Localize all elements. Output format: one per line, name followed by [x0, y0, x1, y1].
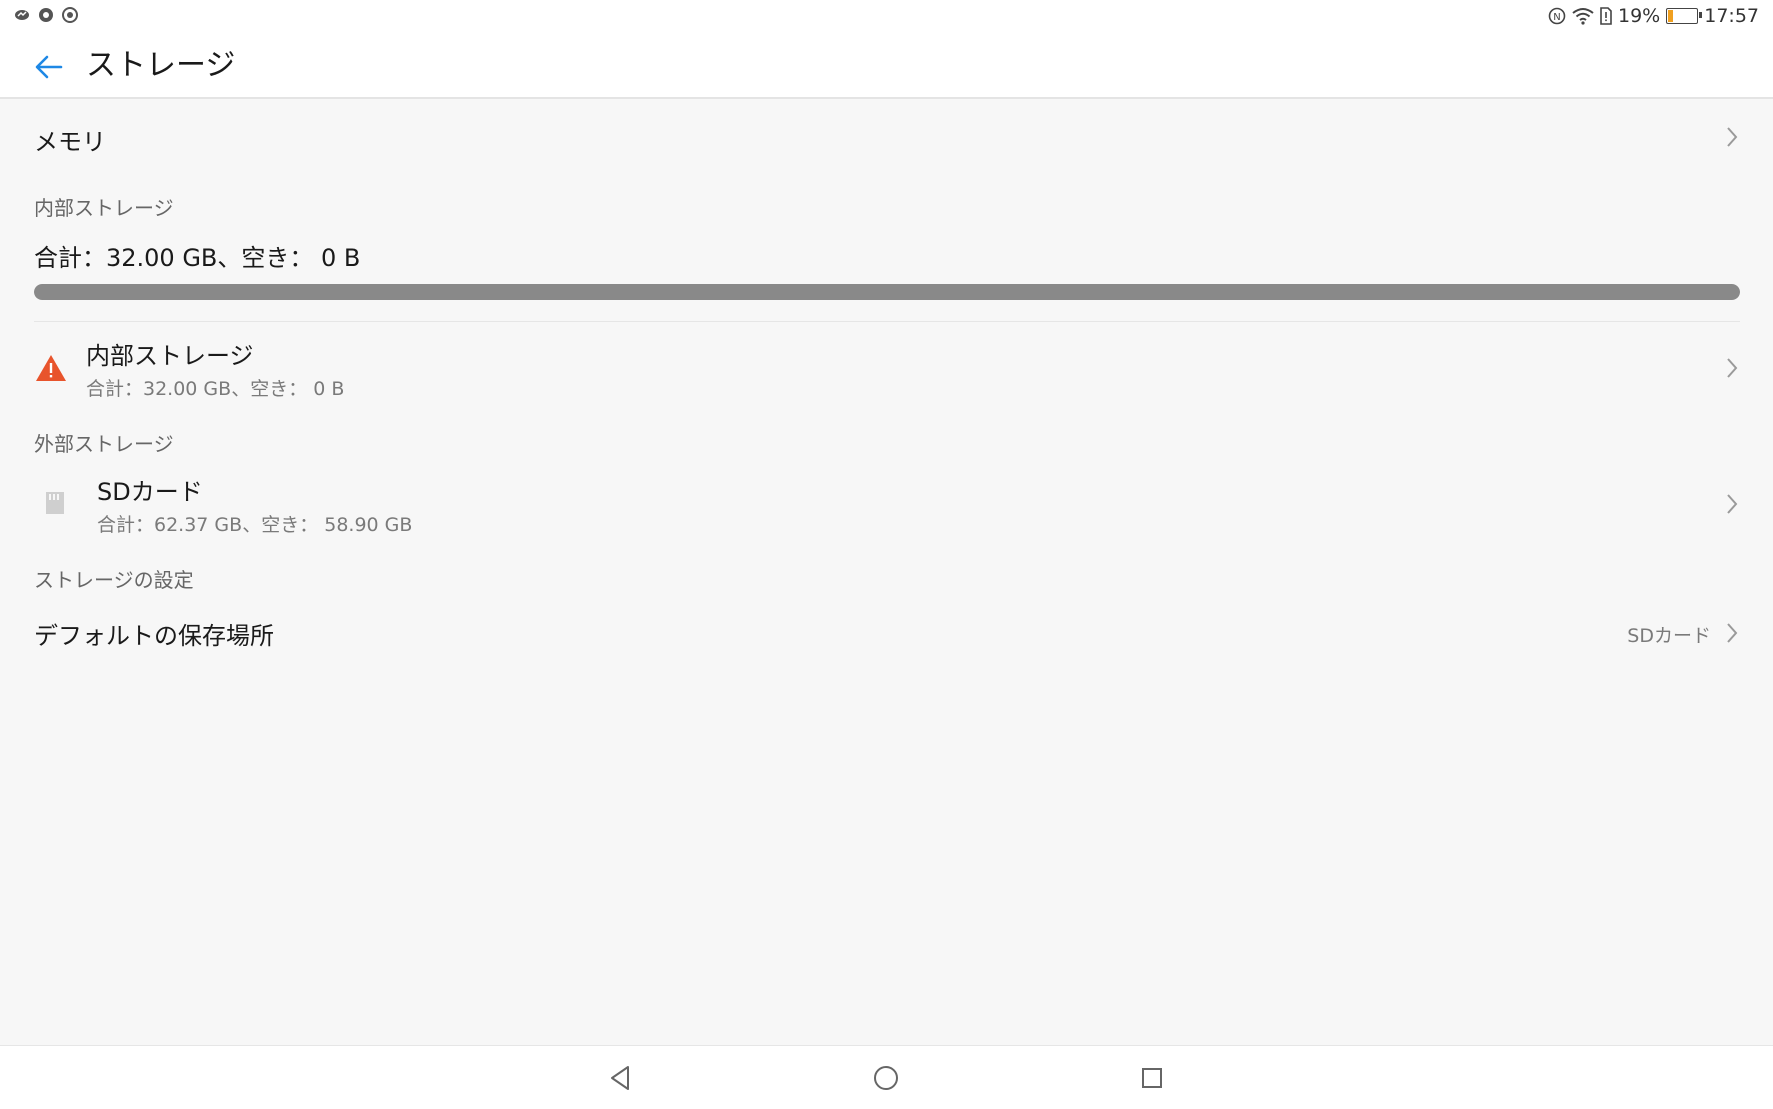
sd-card-title: SDカード — [97, 478, 203, 506]
battery-percent: 19% — [1618, 5, 1661, 27]
warning-icon — [36, 355, 66, 381]
status-bar: N 19% 17:57 — [0, 0, 1773, 34]
memory-label: メモリ — [34, 128, 106, 156]
messenger-icon — [15, 10, 29, 20]
nav-recents-icon — [1142, 1068, 1162, 1088]
nav-home-button[interactable] — [868, 1060, 904, 1096]
back-arrow-icon — [35, 55, 63, 79]
default-storage-location-row[interactable]: デフォルトの保存場所 SDカード — [0, 598, 1773, 668]
camera-notification-icon — [62, 7, 78, 23]
memory-row[interactable]: メモリ — [0, 100, 1773, 174]
clock: 17:57 — [1704, 5, 1759, 27]
divider — [34, 321, 1740, 322]
sd-card-detail: 合計：62.37 GB、空き： 58.90 GB — [97, 514, 413, 536]
internal-storage-summary: 合計：32.00 GB、空き： 0 B — [34, 244, 361, 272]
system-status: N 19% 17:57 — [1548, 5, 1759, 27]
storage-settings-heading: ストレージの設定 — [34, 568, 194, 592]
nav-back-icon — [611, 1066, 629, 1090]
nav-home-icon — [874, 1066, 898, 1090]
internal-storage-item[interactable]: 内部ストレージ 合計：32.00 GB、空き： 0 B — [0, 326, 1773, 410]
chevron-right-icon — [1727, 358, 1738, 378]
page-title: ストレージ — [86, 48, 236, 83]
sd-card-icon — [46, 492, 64, 514]
internal-storage-detail: 合計：32.00 GB、空き： 0 B — [86, 378, 345, 400]
nfc-icon: N — [1548, 7, 1566, 25]
chevron-right-icon — [1727, 494, 1738, 514]
battery-level-fill — [1668, 10, 1674, 22]
chevron-right-icon — [1727, 127, 1738, 147]
default-storage-location-label: デフォルトの保存場所 — [34, 622, 274, 650]
app-bar: ストレージ — [0, 34, 1773, 99]
svg-text:N: N — [1553, 12, 1560, 23]
default-storage-location-value: SDカード — [1627, 625, 1711, 647]
nav-recents-button[interactable] — [1134, 1060, 1170, 1096]
chrome-icon — [39, 8, 53, 22]
notification-icons — [14, 7, 78, 23]
internal-storage-title: 内部ストレージ — [86, 342, 254, 370]
external-storage-heading: 外部ストレージ — [34, 432, 174, 456]
storage-usage-fill — [34, 284, 1740, 300]
back-button[interactable] — [28, 46, 70, 88]
battery-icon — [1666, 8, 1703, 24]
navigation-bar — [0, 1045, 1773, 1109]
wifi-icon — [1572, 8, 1594, 25]
nav-back-button[interactable] — [602, 1060, 638, 1096]
internal-storage-heading: 内部ストレージ — [34, 196, 174, 220]
sd-card-item[interactable]: SDカード 合計：62.37 GB、空き： 58.90 GB — [0, 462, 1773, 546]
storage-usage-bar — [34, 284, 1740, 300]
sim-alert-icon — [1600, 7, 1612, 25]
chevron-right-icon — [1727, 623, 1738, 643]
